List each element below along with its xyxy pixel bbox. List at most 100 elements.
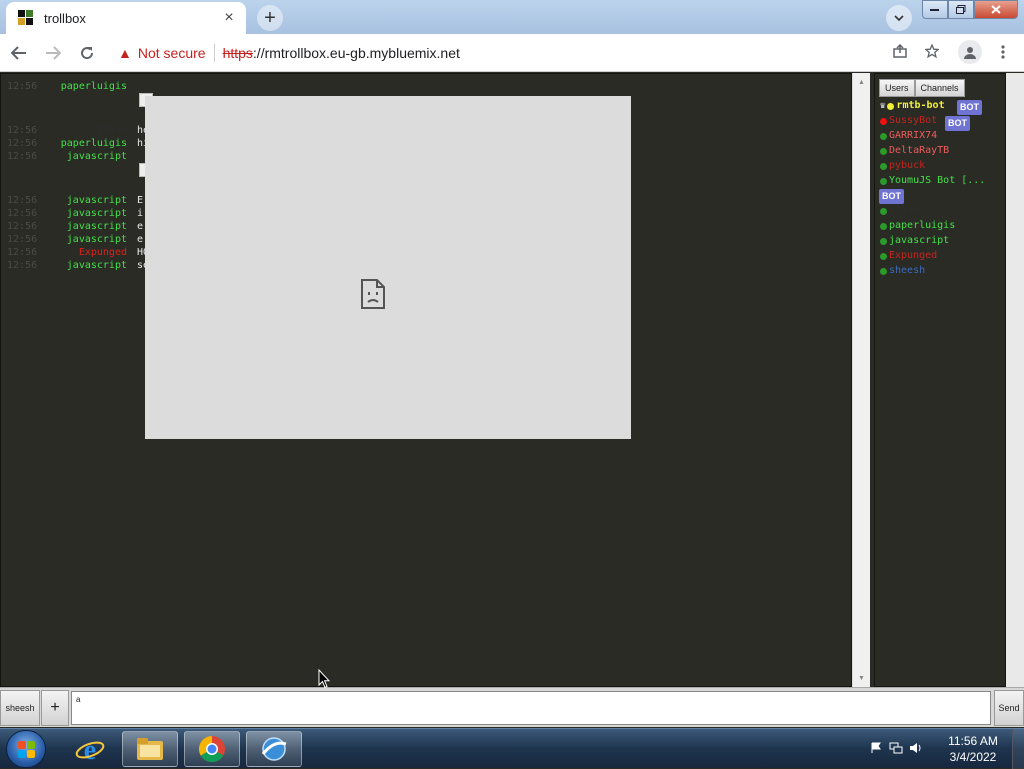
tab-channels[interactable]: Channels xyxy=(914,79,965,97)
message-nick[interactable]: javascript xyxy=(67,233,127,246)
profile-icon[interactable] xyxy=(958,40,982,64)
user-name: sheesh xyxy=(889,265,926,276)
security-label[interactable]: Not secure xyxy=(138,45,206,61)
message-nick[interactable]: paperluigis xyxy=(61,137,127,150)
bot-badge: BOT xyxy=(879,189,904,204)
chat-scrollbar[interactable]: ▲ ▼ xyxy=(852,73,870,687)
message-nick[interactable]: ZTham xyxy=(97,124,127,137)
add-button[interactable]: + xyxy=(41,690,69,726)
user-list-item[interactable]: pybuck xyxy=(880,159,925,173)
message-time: 12:56 xyxy=(7,221,38,232)
user-list-item[interactable]: SussyBot xyxy=(880,114,937,128)
message-time: 12:56 xyxy=(7,234,38,245)
message-nick[interactable]: javascript xyxy=(67,220,127,233)
user-list-item[interactable]: YoumuJS Bot [... xyxy=(880,174,985,188)
status-dot-icon xyxy=(880,207,887,215)
message-text: e xyxy=(137,221,144,232)
url-text: ://rmtrollbox.eu-gb.mybluemix.net xyxy=(252,45,460,61)
message-text: i xyxy=(137,208,144,219)
user-list-item[interactable]: sheesh xyxy=(880,264,925,278)
user-name: GARRIX74 xyxy=(889,130,938,141)
bot-badge: BOT xyxy=(945,116,970,131)
share-icon[interactable] xyxy=(884,43,916,62)
maximize-button[interactable] xyxy=(948,0,974,19)
system-clock[interactable]: 11:56 AM 3/4/2022 xyxy=(936,733,1010,765)
user-name: javascript xyxy=(889,235,950,246)
minimize-icon xyxy=(930,8,939,11)
channel-button[interactable]: sheesh xyxy=(0,690,40,726)
reload-button[interactable] xyxy=(72,38,102,68)
page-right-margin xyxy=(1006,73,1024,687)
tab-users[interactable]: Users xyxy=(879,79,915,97)
taskbar-file-explorer[interactable] xyxy=(122,731,178,767)
scroll-up-icon[interactable]: ▲ xyxy=(853,75,870,89)
action-center-flag-icon[interactable] xyxy=(866,742,886,757)
show-desktop-button[interactable] xyxy=(1012,729,1024,769)
user-list-item[interactable]: javascript xyxy=(880,234,949,248)
tab-search-button[interactable] xyxy=(886,5,912,31)
user-list-item[interactable]: Expunged xyxy=(880,249,937,263)
status-dot-icon xyxy=(880,117,887,125)
user-list-item[interactable]: DeltaRayTB xyxy=(880,144,949,158)
message-time: 12:56 xyxy=(7,247,38,258)
user-name: paperluigis xyxy=(889,220,956,231)
taskbar-app[interactable] xyxy=(246,731,302,767)
user-list-item[interactable]: GARRIX74 xyxy=(880,129,937,143)
message-input[interactable]: a xyxy=(71,691,991,725)
status-dot-icon xyxy=(880,177,887,185)
tab-title: trollbox xyxy=(44,10,86,26)
message-time: 12:56 xyxy=(7,138,38,149)
network-icon[interactable] xyxy=(886,742,906,757)
sad-file-icon xyxy=(361,279,385,309)
forward-button[interactable] xyxy=(38,38,68,68)
back-button[interactable] xyxy=(4,38,34,68)
user-list-item[interactable]: ♛ rmtb-bot xyxy=(880,99,945,113)
scroll-down-icon[interactable]: ▼ xyxy=(853,671,870,685)
bot-badge: BOT xyxy=(957,100,982,115)
user-name: SussyBot xyxy=(889,115,938,126)
start-button[interactable] xyxy=(6,730,46,768)
user-name: DeltaRayTB xyxy=(889,145,950,156)
message-text: E xyxy=(137,195,144,206)
menu-icon[interactable] xyxy=(993,40,1013,64)
clock-time: 11:56 AM xyxy=(948,734,998,748)
message-nick[interactable]: paperluigis xyxy=(61,80,127,93)
tab-close-icon[interactable]: × xyxy=(220,9,238,27)
warning-icon[interactable]: ▲ xyxy=(118,45,132,61)
status-dot-icon xyxy=(880,147,887,155)
minimize-button[interactable] xyxy=(922,0,948,19)
broken-embed-frame xyxy=(145,96,631,439)
svg-text:e: e xyxy=(84,735,96,764)
user-name: ZTham xyxy=(889,205,920,216)
folder-icon xyxy=(137,738,163,760)
taskbar-internet-explorer[interactable]: e xyxy=(62,731,118,767)
message-time: 12:56 xyxy=(7,260,38,271)
message-time: 12:56 xyxy=(7,125,38,136)
user-name: rmtb-bot xyxy=(896,100,945,111)
status-dot-icon xyxy=(880,132,887,140)
message-nick[interactable]: Expunged xyxy=(79,246,127,259)
new-tab-button[interactable]: + xyxy=(257,5,283,31)
user-list-item[interactable]: paperluigis xyxy=(880,219,955,233)
reload-icon xyxy=(81,46,94,59)
taskbar-chrome[interactable] xyxy=(184,731,240,767)
status-dot-icon xyxy=(887,102,895,110)
globe-app-icon xyxy=(261,737,287,761)
user-list-item[interactable]: ZTham xyxy=(880,204,919,218)
message-nick[interactable]: javascript xyxy=(67,150,127,163)
volume-icon[interactable] xyxy=(906,742,926,757)
forward-icon xyxy=(46,45,61,60)
message-nick[interactable]: javascript xyxy=(67,194,127,207)
close-window-button[interactable] xyxy=(974,0,1018,19)
status-dot-icon xyxy=(880,252,887,260)
user-name: YoumuJS Bot [... xyxy=(889,175,986,186)
star-icon[interactable] xyxy=(916,43,948,62)
message-nick[interactable]: javascript xyxy=(67,207,127,220)
address-bar[interactable]: ▲ Not secure https://rmtrollbox.eu-gb.my… xyxy=(108,38,948,68)
user-list-panel: Users Channels ♛ rmtb-bot BOT SussyBot BOT GA… xyxy=(874,73,1006,687)
message-nick[interactable]: javascript xyxy=(67,259,127,272)
clock-date: 3/4/2022 xyxy=(949,750,997,764)
address-separator xyxy=(213,44,215,62)
send-button[interactable]: Send xyxy=(994,690,1024,726)
browser-tab[interactable]: trollbox × xyxy=(6,2,246,34)
